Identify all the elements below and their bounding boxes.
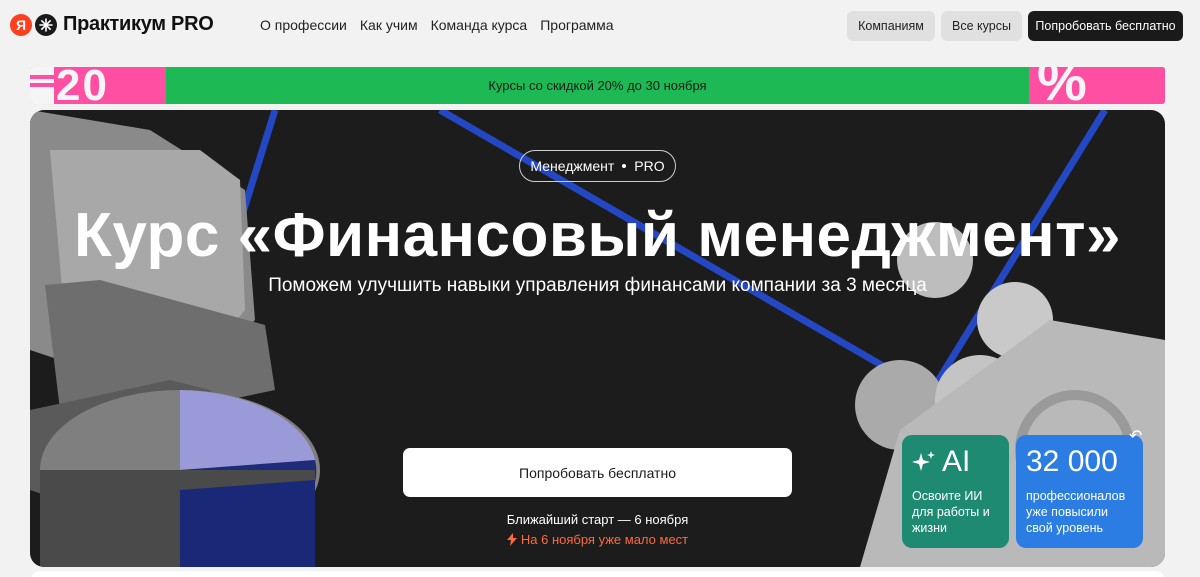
hero-section: Менеджмент PRO Курс «Финансовый менеджме… — [30, 110, 1165, 567]
stats-card: 32 000 профессионалов уже повысили свой … — [1016, 435, 1143, 548]
nav-item-team[interactable]: Команда курса — [431, 17, 528, 33]
nav-item-how-we-teach[interactable]: Как учим — [360, 17, 418, 33]
ai-card: AI Освоите ИИ для работы и жизни — [902, 435, 1009, 548]
yandex-logo-icon: Я — [10, 13, 32, 36]
lightning-icon — [506, 533, 517, 546]
promo-percent-graphic: % — [1029, 67, 1165, 104]
category-tag: Менеджмент PRO — [519, 150, 676, 182]
stats-card-number: 32 000 — [1026, 445, 1118, 478]
logo-text: Практикум PRO — [63, 13, 214, 35]
tag-dot-icon — [622, 164, 627, 168]
promo-text: Курсы со скидкой 20% до 30 ноября — [488, 78, 707, 93]
stats-card-text: профессионалов уже повысили свой уровень — [1026, 489, 1126, 535]
hero-subtitle: Поможем улучшить навыки управления финан… — [268, 275, 927, 296]
companies-button[interactable]: Компаниям — [847, 11, 935, 41]
nav-item-program[interactable]: Программа — [540, 17, 613, 33]
try-free-button[interactable]: Попробовать бесплатно — [403, 448, 792, 497]
rotate-arrow-icon: ↶ — [1129, 428, 1143, 445]
header-try-free-button[interactable]: Попробовать бесплатно — [1028, 11, 1183, 41]
all-courses-button[interactable]: Все курсы — [941, 11, 1022, 41]
tag-level: PRO — [634, 158, 665, 174]
ai-card-text: Освоите ИИ для работы и жизни — [912, 489, 990, 535]
promo-percent: % — [1037, 67, 1087, 104]
ai-card-title: AI — [942, 445, 971, 478]
tag-category: Менеджмент — [530, 158, 615, 174]
site-header: Я Практикум PRO О профессии Как учим Ком… — [0, 0, 1200, 52]
main-nav: О профессии Как учим Команда курса Прогр… — [260, 17, 614, 33]
nav-item-about[interactable]: О профессии — [260, 17, 347, 33]
hero-title: Курс «Финансовый менеджмент» — [74, 201, 1121, 270]
star-logo-icon — [35, 13, 57, 36]
next-section-edge — [30, 571, 1165, 577]
promo-banner[interactable]: 20 Курсы со скидкой 20% до 30 ноября % — [30, 67, 1165, 104]
sparkle-icon — [912, 451, 935, 471]
logo[interactable]: Я Практикум PRO — [10, 13, 214, 36]
seats-warning-text: На 6 ноября уже мало мест — [520, 532, 689, 547]
